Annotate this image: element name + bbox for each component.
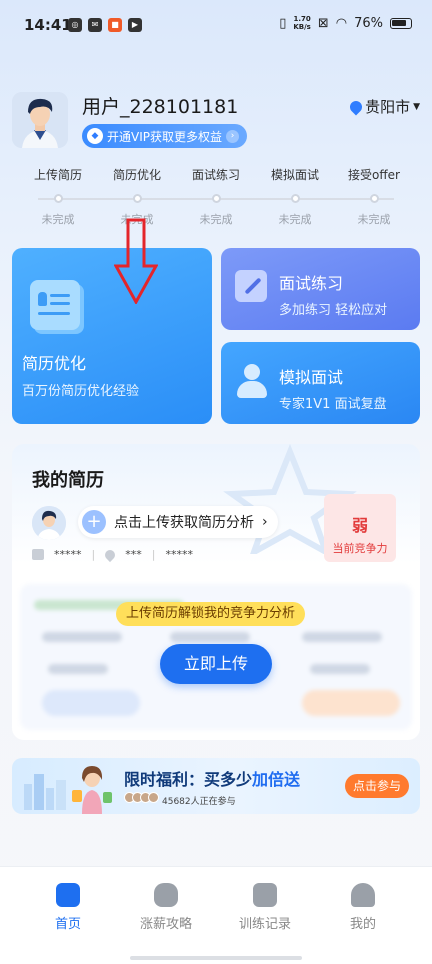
vip-upgrade-label: 开通VIP获取更多权益 [107,129,222,144]
money-bag-icon [154,883,178,907]
step-dot [369,194,379,203]
upload-prompt-label: 点击上传获取简历分析 [114,515,254,531]
masked-value: ***** [54,548,82,561]
resume-document-icon [30,280,80,330]
my-resume-section: 我的简历 + 点击上传获取简历分析 › ***** | *** | ***** … [12,444,420,740]
user-icon [351,883,375,907]
step-dot [53,194,63,203]
masked-value: *** [125,548,142,561]
battery-icon [390,17,412,29]
caret-down-icon: ▼ [413,101,420,112]
user-avatar[interactable] [12,92,68,148]
masked-value: ***** [165,548,193,561]
status-bar: 14:41 ◎ ✉ ■ ▶ ▯ 1.70 KB/s ⊠ ◠ 76% [0,0,432,50]
competitiveness-level: 弱 [351,516,368,535]
mock-interview-card[interactable]: 模拟面试 专家1V1 面试复盘 [221,342,420,424]
card-subtitle: 多加练习 轻松应对 [279,303,388,318]
bottom-nav: 首页 涨薪攻略 训练记录 我的 [0,866,432,964]
card-title: 模拟面试 [279,368,344,387]
chevron-right-icon: › [262,514,268,530]
step-status: 未完成 [41,213,75,226]
card-subtitle: 专家1V1 面试复盘 [279,397,387,412]
location-pin-icon [103,547,118,562]
tab-profile[interactable]: 我的 [323,883,403,932]
vip-upgrade-button[interactable]: ◆ 开通VIP获取更多权益 › [82,124,247,148]
tab-label: 涨薪攻略 [139,917,192,932]
step-dot [211,194,221,203]
step-status: 未完成 [199,213,233,226]
step-upload-resume: 上传简历 未完成 [18,166,98,227]
magic-wand-icon [235,270,269,304]
city-label: 贵阳市 [365,98,411,116]
step-label: 接受offer [348,168,400,182]
resume-avatar [32,506,66,540]
step-mock-interview: 模拟面试 未完成 [255,166,335,227]
net-speed: 1.70 KB/s [293,15,311,31]
no-sim-icon: ⊠ [317,15,329,31]
red-arrow-down-icon [114,218,158,304]
progress-steps: 上传简历 未完成 简历优化 未完成 面试练习 未完成 模拟面试 未完成 接受of… [0,166,432,232]
masked-info-row: ***** | *** | ***** [32,547,193,562]
step-status: 未完成 [357,213,391,226]
interview-practice-card[interactable]: 面试练习 多加练习 轻松应对 [221,248,420,330]
step-dot [132,194,142,203]
banner-participants: 45682人正在参与 [162,797,236,807]
competitiveness-badge: 弱 当前竞争力 [324,494,396,562]
chevron-right-icon: › [226,129,239,143]
expert-person-icon [235,364,269,398]
promo-girl-icon [72,766,112,814]
tab-label: 首页 [54,917,81,932]
app-notification-icon: ◎ [68,18,82,32]
step-status: 未完成 [278,213,312,226]
card-title: 面试练习 [279,274,344,293]
banner-title: 限时福利：买多少加倍送 [124,770,301,789]
competitiveness-label: 当前竞争力 [332,542,388,555]
participant-avatars [124,792,159,803]
plus-icon: + [82,510,106,534]
step-label: 简历优化 [112,168,161,182]
status-app-icons: ◎ ✉ ■ ▶ [68,18,142,32]
resume-optimize-card[interactable]: 简历优化 百万份简历优化经验 [12,248,212,424]
step-label: 面试练习 [191,168,240,182]
location-pin-icon [347,98,365,115]
step-accept-offer: 接受offer 未完成 [334,166,414,227]
promo-banner[interactable]: 限时福利：买多少加倍送 45682人正在参与 点击参与 [12,758,420,814]
step-interview-practice: 面试练习 未完成 [176,166,256,227]
section-title: 我的简历 [32,470,104,491]
briefcase-icon [253,883,277,907]
tab-home[interactable]: 首页 [28,883,108,932]
status-time: 14:41 [24,16,72,34]
play-icon: ▶ [128,18,142,32]
status-right: ▯ 1.70 KB/s ⊠ ◠ 76% [279,15,412,31]
home-indicator[interactable] [130,956,302,960]
wifi-icon: ◠ [335,15,348,31]
upload-resume-prompt[interactable]: + 点击上传获取简历分析 › [78,506,278,538]
card-title: 简历优化 [22,354,87,373]
tab-training-records[interactable]: 训练记录 [225,883,305,932]
card-subtitle: 百万份简历优化经验 [22,384,140,399]
join-promo-button[interactable]: 点击参与 [345,774,409,798]
tab-salary-tips[interactable]: 涨薪攻略 [126,883,206,932]
home-icon [56,883,80,907]
battery-text: 76% [354,15,383,31]
tab-label: 训练记录 [238,917,291,932]
mail-icon: ✉ [88,18,102,32]
vip-diamond-icon: ◆ [87,128,103,144]
unlock-hint: 上传简历解锁我的竞争力分析 [116,602,306,626]
briefcase-icon [32,549,44,560]
city-selector[interactable]: 贵阳市 ▼ [347,96,420,117]
step-label: 模拟面试 [270,168,319,182]
upload-now-button[interactable]: 立即上传 [160,644,272,684]
city-skyline-icon [24,774,66,810]
tab-label: 我的 [349,917,376,932]
vibrate-icon: ▯ [279,15,287,31]
step-label: 上传简历 [33,168,82,182]
step-dot [290,194,300,203]
username: 用户_228101181 [82,96,239,118]
app-badge-icon: ■ [108,18,122,32]
